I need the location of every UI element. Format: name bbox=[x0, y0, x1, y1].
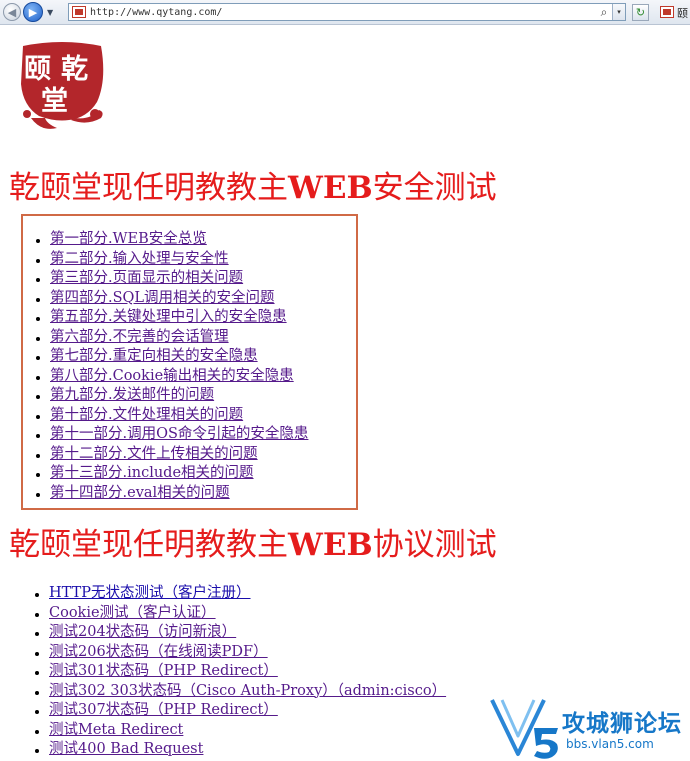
list-item: 第二部分.输入处理与安全性 bbox=[36, 250, 308, 270]
toc-link[interactable]: 第十三部分.include相关的问题 bbox=[50, 465, 254, 481]
list-item: HTTP无状态测试（客户注册） bbox=[35, 584, 446, 604]
protocol-link[interactable]: 测试302 303状态码（Cisco Auth-Proxy）（admin:cis… bbox=[49, 683, 446, 699]
refresh-button[interactable]: ↻ bbox=[632, 4, 649, 21]
forward-button[interactable]: ▶ bbox=[23, 2, 43, 22]
address-dropdown-icon[interactable]: ▾ bbox=[612, 4, 625, 20]
toc-link[interactable]: 第八部分.Cookie输出相关的安全隐患 bbox=[50, 368, 294, 384]
toc-link[interactable]: 第七部分.重定向相关的安全隐患 bbox=[50, 348, 258, 364]
list-item: 第一部分.WEB安全总览 bbox=[36, 230, 308, 250]
svg-text:颐: 颐 bbox=[24, 54, 51, 85]
toc-link[interactable]: 第四部分.SQL调用相关的安全问题 bbox=[50, 290, 275, 306]
protocol-link-list: HTTP无状态测试（客户注册） Cookie测试（客户认证） 测试204状态码（… bbox=[35, 584, 446, 760]
address-input[interactable] bbox=[90, 5, 596, 19]
protocol-link[interactable]: HTTP无状态测试（客户注册） bbox=[49, 585, 251, 601]
list-item: Cookie测试（客户认证） bbox=[35, 604, 446, 624]
list-item: 第九部分.发送邮件的问题 bbox=[36, 386, 308, 406]
list-item: 第四部分.SQL调用相关的安全问题 bbox=[36, 289, 308, 309]
list-item: 测试307状态码（PHP Redirect） bbox=[35, 701, 446, 721]
title-bold: WEB bbox=[288, 527, 373, 563]
protocol-link[interactable]: Cookie测试（客户认证） bbox=[49, 605, 216, 621]
forward-arrow-icon: ▶ bbox=[28, 5, 38, 19]
list-item: 第七部分.重定向相关的安全隐患 bbox=[36, 347, 308, 367]
v5-logo-icon bbox=[490, 699, 558, 759]
title-suffix: 协议测试 bbox=[372, 527, 497, 563]
list-item: 第十三部分.include相关的问题 bbox=[36, 464, 308, 484]
list-item: 第十一部分.调用OS命令引起的安全隐患 bbox=[36, 425, 308, 445]
toc-link[interactable]: 第一部分.WEB安全总览 bbox=[50, 231, 207, 247]
toc-link[interactable]: 第十四部分.eval相关的问题 bbox=[50, 485, 230, 501]
svg-text:乾: 乾 bbox=[61, 54, 88, 85]
watermark-url: bbs.vlan5.com bbox=[566, 737, 654, 751]
list-item: 测试400 Bad Request bbox=[35, 740, 446, 760]
title-prefix: 乾颐堂现任明教教主 bbox=[9, 527, 288, 563]
title-prefix: 乾颐堂现任明教教主 bbox=[9, 170, 288, 206]
forum-watermark: 攻城狮论坛 bbs.vlan5.com bbox=[488, 692, 690, 761]
list-item: 测试301状态码（PHP Redirect） bbox=[35, 662, 446, 682]
list-item: 第六部分.不完善的会话管理 bbox=[36, 328, 308, 348]
toc-link[interactable]: 第二部分.输入处理与安全性 bbox=[50, 251, 229, 267]
list-item: 第三部分.页面显示的相关问题 bbox=[36, 269, 308, 289]
toc-link[interactable]: 第十一部分.调用OS命令引起的安全隐患 bbox=[50, 426, 308, 442]
tab-favicon-icon[interactable] bbox=[660, 6, 674, 18]
toc-link[interactable]: 第五部分.关键处理中引入的安全隐患 bbox=[50, 309, 287, 325]
svg-text:堂: 堂 bbox=[41, 86, 68, 117]
list-item: 测试206状态码（在线阅读PDF） bbox=[35, 643, 446, 663]
search-icon[interactable]: ⌕ bbox=[596, 5, 612, 20]
tab-title[interactable]: 颐 bbox=[677, 5, 688, 21]
security-toc-box: 第一部分.WEB安全总览 第二部分.输入处理与安全性 第三部分.页面显示的相关问… bbox=[21, 214, 358, 510]
toc-link[interactable]: 第十二部分.文件上传相关的问题 bbox=[50, 446, 258, 462]
list-item: 第八部分.Cookie输出相关的安全隐患 bbox=[36, 367, 308, 387]
title-suffix: 安全测试 bbox=[372, 170, 497, 206]
protocol-link[interactable]: 测试206状态码（在线阅读PDF） bbox=[49, 644, 268, 660]
title-bold: WEB bbox=[288, 170, 373, 206]
toc-link[interactable]: 第三部分.页面显示的相关问题 bbox=[50, 270, 243, 286]
refresh-icon: ↻ bbox=[635, 6, 646, 19]
back-arrow-icon: ◀ bbox=[7, 5, 17, 19]
list-item: 测试204状态码（访问新浪） bbox=[35, 623, 446, 643]
toc-link[interactable]: 第十部分.文件处理相关的问题 bbox=[50, 407, 243, 423]
qytang-logo[interactable]: 颐 乾 堂 bbox=[17, 40, 107, 134]
watermark-title: 攻城狮论坛 bbox=[562, 711, 682, 737]
protocol-link[interactable]: 测试301状态码（PHP Redirect） bbox=[49, 663, 278, 679]
toc-link[interactable]: 第六部分.不完善的会话管理 bbox=[50, 329, 229, 345]
protocol-link[interactable]: 测试Meta Redirect bbox=[49, 722, 183, 738]
protocol-link[interactable]: 测试204状态码（访问新浪） bbox=[49, 624, 236, 640]
site-favicon-icon bbox=[72, 6, 86, 18]
protocol-link[interactable]: 测试400 Bad Request bbox=[49, 741, 203, 757]
section-title-security: 乾颐堂现任明教教主WEB安全测试 bbox=[9, 162, 497, 207]
list-item: 第十四部分.eval相关的问题 bbox=[36, 484, 308, 504]
list-item: 第十二部分.文件上传相关的问题 bbox=[36, 445, 308, 465]
list-item: 第十部分.文件处理相关的问题 bbox=[36, 406, 308, 426]
address-bar[interactable]: ⌕ ▾ bbox=[68, 3, 626, 21]
back-button[interactable]: ◀ bbox=[3, 3, 21, 21]
toc-link[interactable]: 第九部分.发送邮件的问题 bbox=[50, 387, 214, 403]
security-link-list: 第一部分.WEB安全总览 第二部分.输入处理与安全性 第三部分.页面显示的相关问… bbox=[36, 230, 308, 503]
section-title-protocol: 乾颐堂现任明教教主WEB协议测试 bbox=[9, 519, 497, 564]
list-item: 测试Meta Redirect bbox=[35, 721, 446, 741]
history-dropdown-icon[interactable]: ▼ bbox=[47, 8, 53, 17]
protocol-link[interactable]: 测试307状态码（PHP Redirect） bbox=[49, 702, 278, 718]
list-item: 测试302 303状态码（Cisco Auth-Proxy）（admin:cis… bbox=[35, 682, 446, 702]
list-item: 第五部分.关键处理中引入的安全隐患 bbox=[36, 308, 308, 328]
